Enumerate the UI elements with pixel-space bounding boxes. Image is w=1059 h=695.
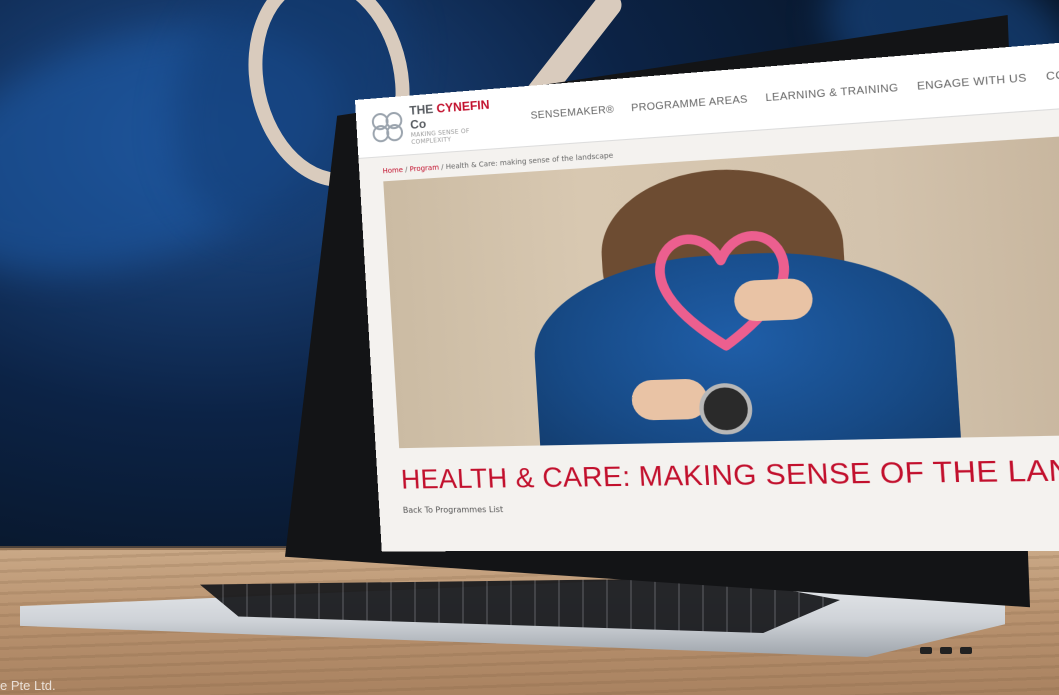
usb-port-icon [920, 647, 932, 654]
brand-text: THE CYNEFIN Co MAKING SENSE OF COMPLEXIT… [409, 96, 509, 146]
breadcrumb-program[interactable]: Program [409, 163, 439, 173]
main-menu: SENSEMAKER® PROGRAMME AREAS LEARNING & T… [530, 66, 1059, 122]
laptop-screen: THE CYNEFIN Co MAKING SENSE OF COMPLEXIT… [355, 37, 1059, 552]
copyright-watermark: e Pte Ltd. [0, 678, 56, 693]
cynefin-circles-logo-icon [371, 111, 405, 143]
usb-port-icon [960, 647, 972, 654]
nav-item-contact[interactable]: CONTACT [1046, 66, 1059, 83]
brand-prefix: THE [409, 101, 434, 118]
breadcrumb-home[interactable]: Home [382, 166, 403, 175]
usb-port-icon [940, 647, 952, 654]
site-logo[interactable]: THE CYNEFIN Co MAKING SENSE OF COMPLEXIT… [371, 96, 509, 149]
breadcrumb-separator: / [404, 165, 408, 174]
hero-hand [733, 277, 814, 322]
nav-item-learning-training[interactable]: LEARNING & TRAINING [765, 82, 899, 104]
nav-item-engage-with-us[interactable]: ENGAGE WITH US [917, 72, 1027, 93]
brand-suffix: Co [409, 116, 427, 132]
nav-item-programme-areas[interactable]: PROGRAMME AREAS [631, 93, 748, 113]
hero-hand [630, 378, 709, 421]
breadcrumb-separator: / [440, 163, 444, 172]
nav-item-sensemaker[interactable]: SENSEMAKER® [530, 104, 614, 122]
hero-image [383, 133, 1059, 449]
brand-name-highlight: CYNEFIN [436, 97, 490, 116]
